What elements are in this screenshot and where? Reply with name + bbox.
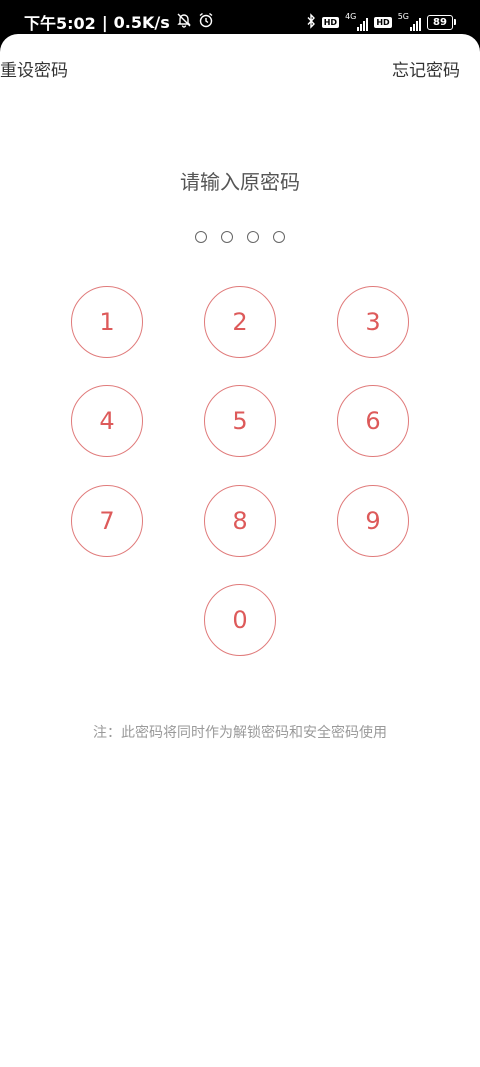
status-right: HD 4G HD 5G 89 bbox=[306, 10, 456, 34]
pin-dot bbox=[247, 231, 259, 243]
battery-icon: 89 bbox=[427, 14, 456, 30]
key-6-button[interactable]: 6 bbox=[337, 385, 409, 457]
signal-icon: 5G bbox=[398, 13, 421, 31]
key-1-button[interactable]: 1 bbox=[71, 286, 143, 358]
key-5-button[interactable]: 5 bbox=[204, 385, 276, 457]
status-speed: 0.5K/s bbox=[113, 12, 170, 32]
status-time: 下午5:02 bbox=[24, 14, 96, 33]
pin-indicator bbox=[0, 231, 480, 243]
key-4-button[interactable]: 4 bbox=[71, 385, 143, 457]
alarm-icon bbox=[198, 12, 214, 32]
password-note: 注：此密码将同时作为解锁密码和安全密码使用 bbox=[93, 725, 387, 741]
pin-dot bbox=[195, 231, 207, 243]
network-type-label: 5G bbox=[397, 12, 409, 21]
key-9-button[interactable]: 9 bbox=[337, 485, 409, 557]
key-7-button[interactable]: 7 bbox=[71, 485, 143, 557]
signal-icon: 4G bbox=[345, 12, 369, 31]
hd-icon: HD bbox=[321, 16, 340, 28]
network-type-label: 4G bbox=[345, 12, 357, 21]
status-left: 下午5:02 | 0.5K/s bbox=[24, 10, 214, 34]
bluetooth-icon bbox=[306, 12, 316, 32]
hd-icon: HD bbox=[374, 16, 392, 28]
key-0-button[interactable]: 0 bbox=[204, 584, 276, 656]
mute-bell-icon bbox=[176, 12, 192, 32]
pin-dot bbox=[221, 231, 233, 243]
key-2-button[interactable]: 2 bbox=[204, 286, 276, 358]
key-3-button[interactable]: 3 bbox=[337, 286, 409, 358]
password-prompt: 请输入原密码 bbox=[180, 170, 300, 194]
status-separator: | bbox=[101, 12, 108, 32]
key-8-button[interactable]: 8 bbox=[204, 485, 276, 557]
pin-dot bbox=[273, 231, 285, 243]
page-title: 重设密码 bbox=[0, 61, 68, 81]
forgot-password-button[interactable]: 忘记密码 bbox=[392, 56, 460, 81]
app-screen: 重设密码 忘记密码 请输入原密码 1 2 3 4 5 6 7 8 9 0 注：此… bbox=[0, 34, 480, 1067]
battery-level: 89 bbox=[433, 16, 447, 28]
